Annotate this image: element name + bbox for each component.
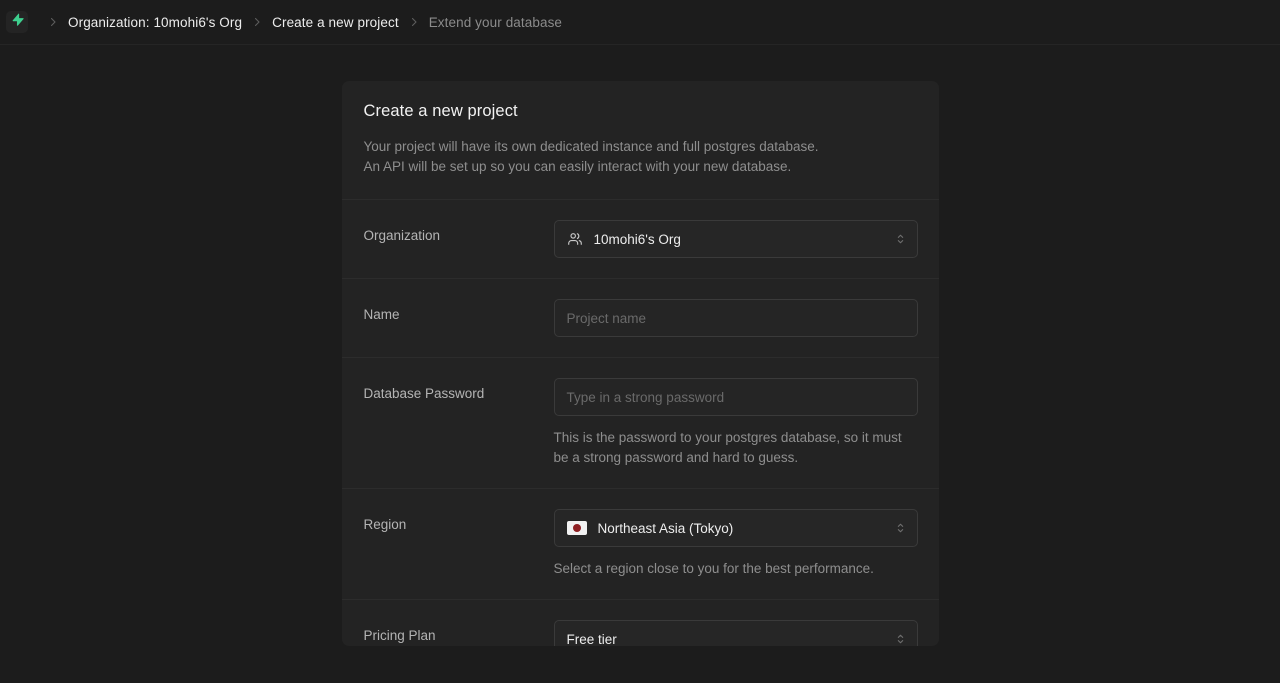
chevron-right-icon: [408, 16, 420, 28]
chevron-up-down-icon: [894, 633, 907, 646]
organization-label: Organization: [363, 228, 441, 243]
card-header: Create a new project Your project will h…: [341, 81, 939, 200]
chevron-right-icon: [251, 16, 263, 28]
chevron-up-down-icon: [894, 233, 907, 246]
pricing-plan-value: Free tier: [566, 631, 617, 647]
project-name-placeholder: Project name: [566, 310, 647, 326]
chevron-right-icon: [47, 16, 59, 28]
region-helper: Select a region close to you for the bes…: [553, 561, 874, 576]
flag-japan-icon: [566, 521, 587, 535]
pricing-plan-select[interactable]: Free tier: [553, 620, 918, 647]
form-row-pricing-plan: Pricing Plan Free tier Select a plan tha…: [342, 600, 939, 646]
page-body: Create a new project Your project will h…: [0, 45, 1280, 683]
form-row-region: Region Northeast Asia (Tokyo) Select a r…: [341, 489, 939, 600]
region-label: Region: [363, 517, 407, 532]
database-password-label: Database Password: [363, 386, 485, 401]
organization-value: 10mohi6's Org: [593, 231, 681, 247]
name-label: Name: [363, 307, 400, 322]
breadcrumb-item-organization[interactable]: Organization: 10mohi6's Org: [68, 15, 242, 30]
breadcrumb-bar: Organization: 10mohi6's Org Create a new…: [0, 0, 1280, 45]
users-icon: [567, 231, 583, 247]
region-select[interactable]: Northeast Asia (Tokyo): [553, 509, 918, 547]
form-row-name: Name Project name: [341, 279, 939, 358]
breadcrumb-item-create-project[interactable]: Create a new project: [272, 15, 399, 30]
card-description-line-1: Your project will have its own dedicated…: [363, 139, 819, 154]
app-logo[interactable]: [6, 11, 28, 33]
project-name-input[interactable]: Project name: [553, 299, 918, 337]
supabase-bolt-icon: [11, 13, 24, 31]
create-project-card: Create a new project Your project will h…: [341, 81, 939, 646]
form-row-database-password: Database Password Type in a strong passw…: [341, 358, 939, 489]
chevron-up-down-icon: [894, 522, 907, 535]
database-password-input[interactable]: Type in a strong password: [553, 378, 918, 416]
page-title: Create a new project: [363, 102, 518, 120]
card-description-line-2: An API will be set up so you can easily …: [363, 159, 792, 174]
pricing-plan-label: Pricing Plan: [363, 628, 436, 643]
breadcrumb-item-extend-database[interactable]: Extend your database: [429, 15, 562, 30]
organization-select[interactable]: 10mohi6's Org: [553, 220, 918, 258]
form-row-organization: Organization 10mohi6's Org: [341, 200, 939, 279]
database-password-placeholder: Type in a strong password: [566, 389, 725, 405]
card-description: Your project will have its own dedicated…: [364, 137, 917, 177]
database-password-helper: This is the password to your postgres da…: [553, 430, 902, 465]
region-value: Northeast Asia (Tokyo): [597, 520, 734, 536]
